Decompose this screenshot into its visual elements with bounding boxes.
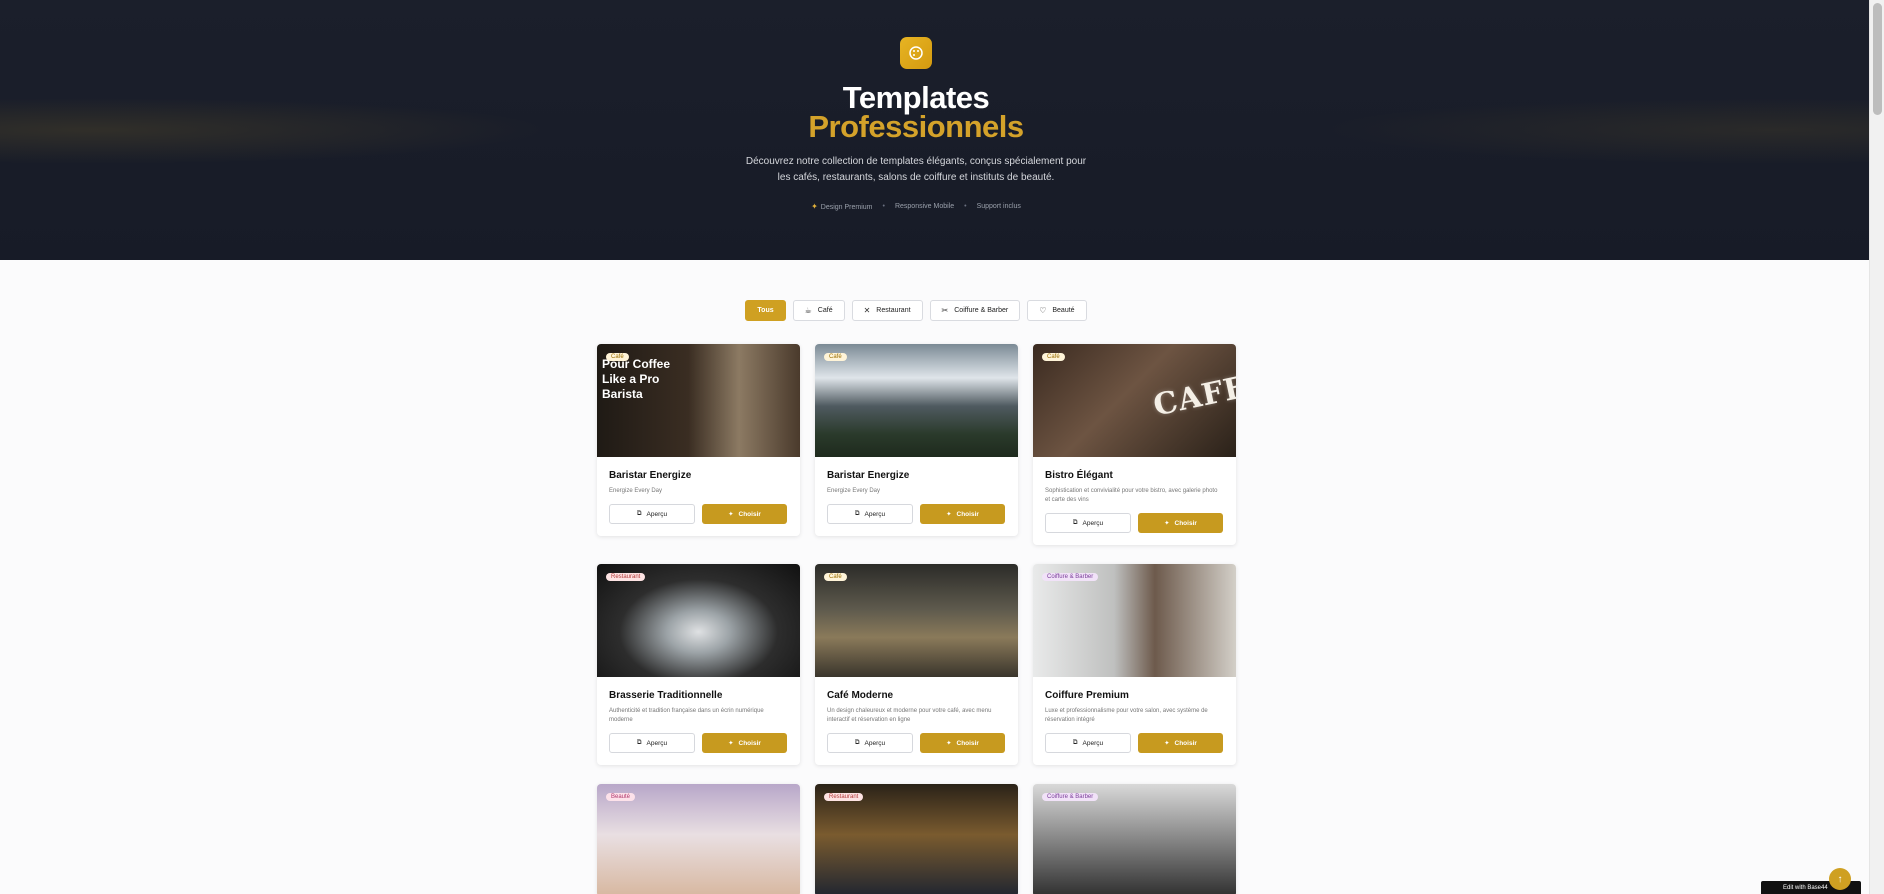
category-filters: Tous ☕ Café ✕ Restaurant ✂ Coiffure & Barbe… — [0, 300, 1832, 321]
template-image[interactable]: Beauté — [597, 784, 800, 894]
category-badge: Café — [606, 353, 629, 361]
template-title: Bistro Élégant — [1045, 470, 1113, 481]
external-link-icon: ⧉ — [1072, 739, 1078, 746]
category-badge: Restaurant — [824, 793, 864, 801]
template-description: Energize Every Day — [609, 488, 663, 494]
template-title: Café Moderne — [827, 690, 894, 701]
template-card: Café Baristar Energize Energize Every Da… — [815, 344, 1018, 536]
external-link-icon: ⧉ — [1072, 519, 1078, 526]
template-description: Energize Every Day — [827, 488, 881, 494]
template-image[interactable]: Café — [815, 344, 1018, 457]
template-description: Un design chaleureux et moderne pour vot… — [827, 708, 992, 723]
category-badge: Café — [824, 353, 847, 361]
hero-description: Découvrez notre collection de templates … — [745, 156, 1087, 183]
hero-title-accent: Professionnels — [808, 109, 1024, 144]
hero-features: ✦ Design Premium • Responsive Mobile • Su… — [0, 202, 1832, 211]
template-title: Baristar Energize — [609, 470, 692, 481]
template-card: Pour Coffee Like a Pro Barista Café Barist… — [597, 344, 800, 536]
heart-icon: ♡ — [1039, 306, 1047, 315]
scrollbar-thumb[interactable] — [1873, 3, 1882, 115]
template-title: Coiffure Premium — [1045, 690, 1129, 701]
category-badge: Café — [824, 573, 847, 581]
sparkle-icon: ✦ — [811, 202, 818, 211]
template-image[interactable]: Restaurant — [815, 784, 1018, 894]
separator-dot: • — [882, 203, 885, 210]
filter-coiffure[interactable]: ✂ Coiffure & Barber — [929, 300, 1021, 321]
template-title: Baristar Energize — [827, 470, 910, 481]
scissors-icon: ✂ — [941, 306, 949, 315]
template-card: Coiffure & Barber Coiffure Premium Luxe … — [1033, 564, 1236, 765]
choose-button[interactable]: ✦ Choisir — [920, 733, 1005, 753]
choose-button[interactable]: ✦ Choisir — [1138, 513, 1223, 533]
template-card: CAFE Café Bistro Élégant Sophistication … — [1033, 344, 1236, 545]
template-image[interactable]: CAFE Café — [1033, 344, 1236, 457]
sparkle-icon: ✦ — [946, 740, 952, 747]
template-image[interactable]: Café — [815, 564, 1018, 677]
choose-button[interactable]: ✦ Choisir — [702, 733, 787, 753]
sparkle-icon: ✦ — [728, 740, 734, 747]
external-link-icon: ⧉ — [854, 739, 860, 746]
external-link-icon: ⧉ — [636, 739, 642, 746]
utensils-icon: ✕ — [863, 306, 871, 315]
template-card: Restaurant — [815, 784, 1018, 894]
template-image[interactable]: Coiffure & Barber — [1033, 784, 1236, 894]
category-badge: Coiffure & Barber — [1042, 573, 1099, 581]
template-card: Beauté — [597, 784, 800, 894]
preview-button[interactable]: ⧉ Aperçu — [609, 733, 695, 753]
feature-item: ✦ Design Premium — [811, 202, 873, 211]
filter-tous[interactable]: Tous — [745, 300, 786, 321]
feature-item: Support inclus — [976, 203, 1021, 210]
template-description: Luxe et professionnalisme pour votre sal… — [1045, 708, 1208, 723]
category-badge: Restaurant — [606, 573, 646, 581]
scroll-top-button[interactable]: ↑ — [1829, 868, 1851, 890]
arrow-up-icon: ↑ — [1837, 873, 1843, 885]
preview-button[interactable]: ⧉ Aperçu — [827, 733, 913, 753]
palette-icon — [900, 37, 932, 69]
separator-dot: • — [964, 203, 967, 210]
filter-beaute[interactable]: ♡ Beauté — [1027, 300, 1087, 321]
preview-button[interactable]: ⧉ Aperçu — [1045, 733, 1131, 753]
external-link-icon: ⧉ — [636, 510, 642, 517]
preview-button[interactable]: ⧉ Aperçu — [609, 504, 695, 524]
filter-restaurant[interactable]: ✕ Restaurant — [851, 300, 923, 321]
template-image[interactable]: Restaurant — [597, 564, 800, 677]
filter-cafe[interactable]: ☕ Café — [792, 300, 845, 321]
template-card: Café Café Moderne Un design chaleureux e… — [815, 564, 1018, 765]
category-badge: Beauté — [606, 793, 636, 801]
sparkle-icon: ✦ — [728, 511, 734, 518]
category-badge: Coiffure & Barber — [1042, 793, 1099, 801]
template-description: Authenticité et tradition française dans… — [609, 708, 764, 723]
hero-section: Templates Professionnels Découvrez notre… — [0, 0, 1869, 260]
coffee-icon: ☕ — [804, 306, 812, 315]
choose-button[interactable]: ✦ Choisir — [920, 504, 1005, 524]
image-sign-text: CAFE — [1150, 369, 1236, 424]
template-title: Brasserie Traditionnelle — [609, 690, 723, 701]
sparkle-icon: ✦ — [1164, 520, 1170, 527]
external-link-icon: ⧉ — [854, 510, 860, 517]
template-card: Coiffure & Barber — [1033, 784, 1236, 894]
scrollbar[interactable] — [1869, 0, 1884, 894]
sparkle-icon: ✦ — [1164, 740, 1170, 747]
sparkle-icon: ✦ — [946, 511, 952, 518]
feature-item: Responsive Mobile — [894, 203, 955, 210]
template-image[interactable]: Coiffure & Barber — [1033, 564, 1236, 677]
template-card: Restaurant Brasserie Traditionnelle Auth… — [597, 564, 800, 765]
preview-button[interactable]: ⧉ Aperçu — [1045, 513, 1131, 533]
choose-button[interactable]: ✦ Choisir — [702, 504, 787, 524]
image-headline: Pour Coffee Like a Pro Barista — [602, 357, 671, 401]
category-badge: Café — [1042, 353, 1065, 361]
template-description: Sophistication et convivialité pour votr… — [1045, 488, 1218, 503]
preview-button[interactable]: ⧉ Aperçu — [827, 504, 913, 524]
template-image[interactable]: Pour Coffee Like a Pro Barista Café — [597, 344, 800, 457]
choose-button[interactable]: ✦ Choisir — [1138, 733, 1223, 753]
